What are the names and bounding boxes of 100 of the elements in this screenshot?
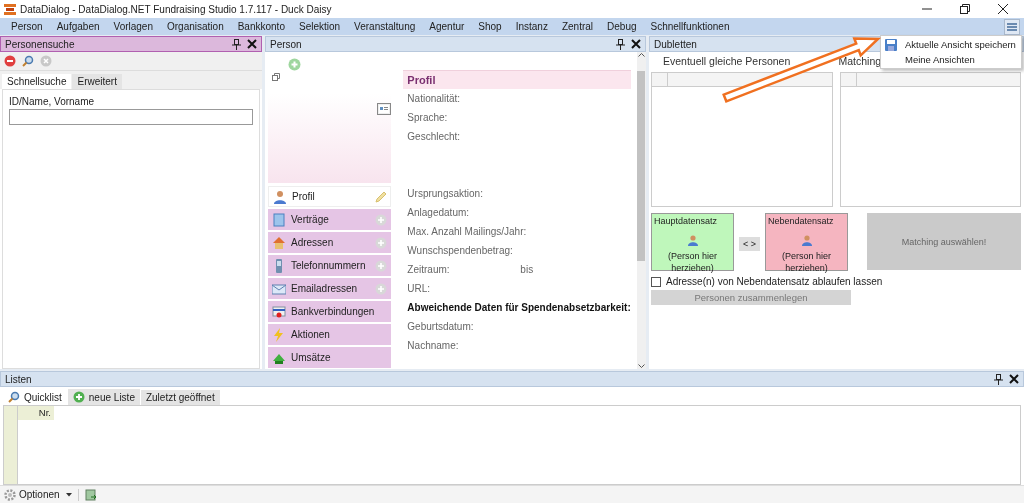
nav-item[interactable]: Bankverbindungen xyxy=(268,301,392,322)
menu-item[interactable]: Selektion xyxy=(291,21,348,32)
column-heading: Eventuell gleiche Personen xyxy=(663,55,791,67)
menu-item[interactable]: Aufgaben xyxy=(49,21,107,32)
field-label: Geburtsdatum: xyxy=(407,321,474,332)
search-icon xyxy=(22,55,34,67)
options-button[interactable]: Optionen xyxy=(4,488,60,501)
copy-icon xyxy=(272,73,280,81)
add-icon xyxy=(375,213,388,226)
add-icon xyxy=(72,391,85,403)
add-icon xyxy=(375,282,388,295)
app-logo-icon xyxy=(4,3,16,15)
field-label: bis xyxy=(520,264,534,275)
column-header[interactable]: Nr. xyxy=(18,406,54,420)
section-heading: Profil xyxy=(403,70,631,89)
field-label: Geschlecht: xyxy=(407,131,461,142)
export-icon xyxy=(84,488,97,501)
name-field[interactable] xyxy=(9,109,253,125)
field-label: Sprache: xyxy=(407,112,448,123)
nav-item[interactable]: Verträge xyxy=(268,209,392,230)
close-button[interactable] xyxy=(247,39,257,49)
menu-item[interactable]: Bankkonto xyxy=(230,21,292,32)
field-label: Wunschspendenbetrag: xyxy=(407,245,513,256)
close-button[interactable] xyxy=(631,39,641,49)
close-icon xyxy=(998,4,1008,14)
drop-zone[interactable]: Nebendatensatz (Person hier herziehen) xyxy=(765,213,848,271)
nav-item[interactable]: Umsätze xyxy=(268,347,392,368)
menu-item[interactable]: Person xyxy=(4,21,50,32)
person-icon xyxy=(687,235,698,246)
pane-title: Person xyxy=(270,38,302,50)
field-label: Nachname: xyxy=(407,340,459,351)
close-button[interactable] xyxy=(1009,374,1019,384)
dropdown-button[interactable] xyxy=(65,492,72,497)
close-icon xyxy=(247,39,257,49)
card-icon xyxy=(272,304,286,319)
person-icon xyxy=(273,189,287,204)
house-icon xyxy=(272,235,286,250)
pane-title: Personensuche xyxy=(5,38,75,50)
add-icon xyxy=(288,58,301,71)
menu-item[interactable]: Agentur xyxy=(422,21,472,32)
pin-button[interactable] xyxy=(232,38,241,50)
pin-button[interactable] xyxy=(616,38,625,50)
menu-item[interactable]: Aktuelle Ansicht speichern xyxy=(881,37,1021,52)
menu-item[interactable]: Veranstaltung xyxy=(347,21,423,32)
search-button[interactable] xyxy=(22,55,34,67)
nav-item[interactable]: Profil xyxy=(268,186,392,207)
search-icon xyxy=(8,391,20,403)
drop-zone-title: Nebendatensatz xyxy=(768,216,834,226)
gear-icon xyxy=(4,488,16,501)
pin-icon xyxy=(616,38,625,50)
menu-item[interactable]: Meine Ansichten xyxy=(881,52,1021,67)
list-icon xyxy=(1007,21,1017,32)
save-icon xyxy=(885,38,897,51)
export-button[interactable] xyxy=(77,488,97,501)
field-label: Max. Anzahl Mailings/Jahr: xyxy=(407,226,527,237)
tab[interactable]: Schnellsuche xyxy=(2,74,72,89)
copy-button[interactable] xyxy=(272,73,280,81)
menu-item[interactable]: Vorlagen xyxy=(106,21,160,32)
section-heading: Abweichende Daten für Spendenabsetzbarkeit: xyxy=(407,302,631,313)
tab[interactable]: neue Liste xyxy=(67,389,140,405)
checkbox-label: Adresse(n) von Nebendatensatz ablaufen lassen xyxy=(666,276,883,287)
nav-item[interactable]: Emailadressen xyxy=(268,278,392,299)
pin-icon xyxy=(994,373,1003,385)
restore-icon xyxy=(960,4,970,14)
pane-title: Dubletten xyxy=(654,38,697,50)
clear-icon xyxy=(40,55,52,67)
drop-zone[interactable]: Hauptdatensatz (Person hier herziehen) xyxy=(651,213,734,271)
field-label: ID/Name, Vorname xyxy=(9,96,96,107)
envelope-icon xyxy=(272,281,286,296)
scroll-up-icon xyxy=(637,52,645,57)
add-icon xyxy=(375,259,388,272)
menu-item[interactable]: Instanz xyxy=(508,21,555,32)
tab[interactable]: Zuletzt geöffnet xyxy=(140,390,220,405)
pencil-icon xyxy=(374,190,387,203)
stop-button[interactable] xyxy=(4,55,16,67)
caret-icon xyxy=(65,492,72,497)
field-label: Zeitraum: xyxy=(407,264,451,275)
nav-item[interactable]: Adressen xyxy=(268,232,392,253)
scrollbar[interactable] xyxy=(636,52,646,369)
pin-button[interactable] xyxy=(994,373,1003,385)
field-label: Anlagedatum: xyxy=(407,207,470,218)
contact-card-button[interactable] xyxy=(377,103,392,115)
person-icon xyxy=(801,235,812,246)
swap-button[interactable]: < > xyxy=(739,237,760,251)
nav-item[interactable]: Aktionen xyxy=(268,324,392,345)
nav-item[interactable]: Telefonnummern xyxy=(268,255,392,276)
scroll-down-icon xyxy=(637,364,645,369)
menu-item[interactable]: Debug xyxy=(600,21,644,32)
close-icon xyxy=(631,39,641,49)
column-heading: Matching xyxy=(838,55,882,67)
menu-item[interactable]: Zentral xyxy=(554,21,601,32)
checkbox[interactable] xyxy=(651,276,661,287)
add-icon xyxy=(375,236,388,249)
drop-zone-hint: (Person hier herziehen) xyxy=(667,250,718,274)
tab[interactable]: Erweitert xyxy=(72,74,122,89)
stop-icon xyxy=(4,55,16,67)
menu-item[interactable]: Schnellfunktionen xyxy=(643,21,737,32)
menu-item[interactable]: Shop xyxy=(471,21,509,32)
menu-item[interactable]: Organisation xyxy=(160,21,231,32)
field-label: Nationalität: xyxy=(407,93,461,104)
